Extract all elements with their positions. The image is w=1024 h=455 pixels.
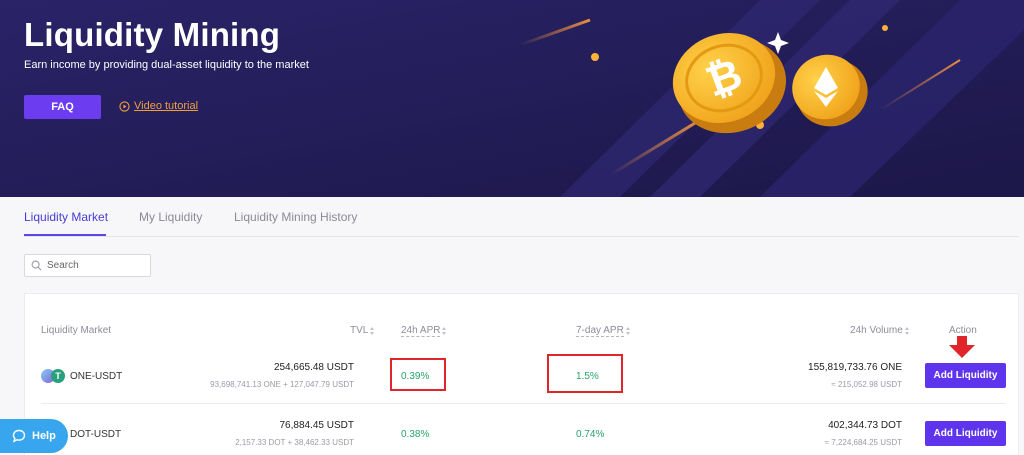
header-tvl-label: TVL <box>350 325 369 336</box>
hero-banner: ₿ Liquidity Mining Earn income by provid… <box>0 0 1024 197</box>
table-row: T ONE-USDT 254,665.48 USDT 93,698,741.13… <box>41 348 1006 404</box>
highlight-box-7day-apr <box>547 354 623 393</box>
pair-name: DOT-USDT <box>70 428 122 440</box>
highlight-box-24h-apr <box>390 358 446 391</box>
header-apr7-label: 7-day APR <box>576 325 624 337</box>
video-tutorial-link[interactable]: Video tutorial <box>119 100 198 112</box>
header-market-label: Liquidity Market <box>41 325 112 336</box>
tab-liquidity-mining-history[interactable]: Liquidity Mining History <box>234 210 357 224</box>
add-liquidity-button[interactable]: Add Liquidity <box>925 363 1006 388</box>
header-liquidity-market: Liquidity Market <box>41 325 111 336</box>
volume-value: 155,819,733.76 ONE <box>808 362 902 373</box>
header-24h-apr[interactable]: 24h APR <box>401 325 447 337</box>
header-action-label: Action <box>949 325 977 336</box>
search-box[interactable] <box>24 254 151 277</box>
sort-icon <box>370 326 375 335</box>
header-tvl[interactable]: TVL <box>350 325 375 336</box>
tvl-value: 254,665.48 USDT <box>273 362 354 373</box>
tvl-value: 76,884.45 USDT <box>279 420 355 431</box>
apr-7day-value: 0.74% <box>576 429 605 440</box>
tab-bar: Liquidity Market My Liquidity Liquidity … <box>24 197 1019 237</box>
page-title: Liquidity Mining <box>24 16 281 53</box>
search-input[interactable] <box>47 260 142 271</box>
sort-icon <box>904 326 910 335</box>
tvl-detail: 2,157.33 DOT + 38,462.33 USDT <box>235 438 354 447</box>
help-label: Help <box>32 430 56 442</box>
chat-bubble-icon <box>12 429 26 443</box>
help-button[interactable]: Help <box>0 419 68 453</box>
search-icon <box>31 260 42 271</box>
volume-detail: ≈ 7,224,684.25 USDT <box>824 438 902 447</box>
pair-icons: T <box>41 369 65 383</box>
pair-cell[interactable]: T ONE-USDT <box>41 369 122 383</box>
video-tutorial-label: Video tutorial <box>134 100 199 112</box>
usdt-coin-icon: T <box>51 369 65 383</box>
add-liquidity-button[interactable]: Add Liquidity <box>925 421 1006 446</box>
sort-icon <box>442 327 447 335</box>
liquidity-table: Liquidity Market TVL 24h APR 7-day APR 2… <box>24 293 1019 455</box>
faq-button[interactable]: FAQ <box>24 95 101 119</box>
tab-liquidity-market[interactable]: Liquidity Market <box>24 210 108 224</box>
tab-my-liquidity[interactable]: My Liquidity <box>139 210 202 224</box>
sort-icon <box>625 327 631 335</box>
tvl-detail: 93,698,741.13 ONE + 127,047.79 USDT <box>210 380 354 389</box>
header-apr24-label: 24h APR <box>401 325 441 337</box>
header-action: Action <box>949 325 977 336</box>
header-24h-volume[interactable]: 24h Volume <box>850 325 910 336</box>
page-subtitle: Earn income by providing dual-asset liqu… <box>24 59 309 71</box>
header-7day-apr[interactable]: 7-day APR <box>576 325 631 337</box>
red-arrow-down-icon <box>949 336 975 358</box>
volume-value: 402,344.73 DOT <box>828 420 902 431</box>
table-row: T DOT-USDT 76,884.45 USDT 2,157.33 DOT +… <box>41 406 1006 455</box>
pair-name: ONE-USDT <box>70 370 123 382</box>
active-tab-indicator <box>24 234 106 236</box>
apr-24h-value: 0.38% <box>401 429 430 440</box>
volume-detail: ≈ 215,052.98 USDT <box>831 380 902 389</box>
page: ₿ Liquidity Mining Earn income by provid… <box>0 0 1024 455</box>
header-volume-label: 24h Volume <box>850 325 903 336</box>
play-icon <box>119 100 130 112</box>
